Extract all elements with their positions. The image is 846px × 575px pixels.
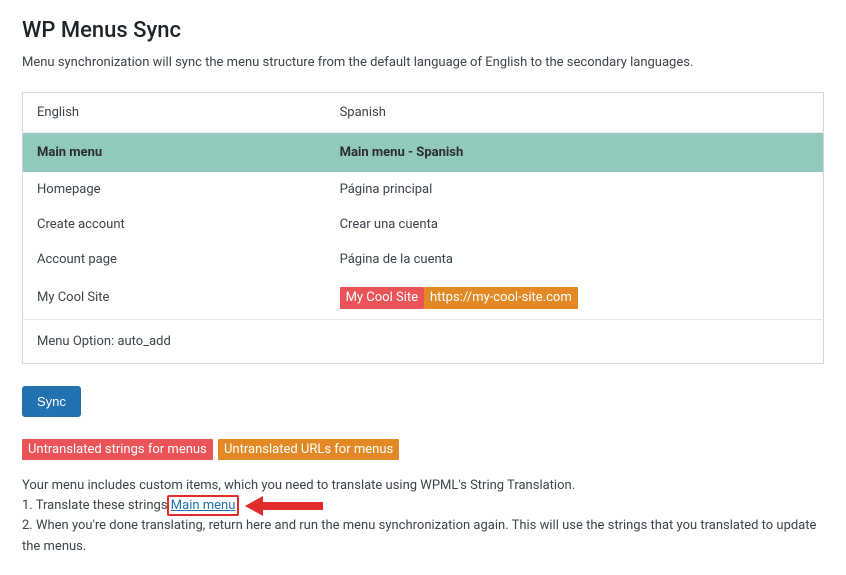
- menu-name-source: Main menu: [23, 133, 326, 173]
- page-title: WP Menus Sync: [22, 18, 824, 43]
- menu-sync-table: English Spanish Main menu Main menu - Sp…: [22, 92, 824, 364]
- menu-name-row: Main menu Main menu - Spanish: [23, 133, 824, 173]
- col-header-target: Spanish: [326, 93, 824, 133]
- table-row: Homepage Página principal: [23, 172, 824, 207]
- table-row: Account page Página de la cuenta: [23, 242, 824, 277]
- item-source: Homepage: [23, 172, 326, 207]
- instructions-step2: 2. When you're done translating, return …: [22, 516, 824, 556]
- item-target: Página principal: [326, 172, 824, 207]
- menu-option-row: Menu Option: auto_add: [23, 319, 824, 363]
- item-target: Página de la cuenta: [326, 242, 824, 277]
- instructions: Your menu includes custom items, which y…: [22, 476, 824, 557]
- item-source: My Cool Site: [23, 277, 326, 319]
- instructions-step1-prefix: 1. Translate these strings: [22, 498, 171, 513]
- item-target: My Cool Sitehttps://my-cool-site.com: [326, 277, 824, 319]
- menu-option-text: Menu Option: auto_add: [23, 319, 326, 363]
- col-header-source: English: [23, 93, 326, 133]
- table-row: Create account Crear una cuenta: [23, 207, 824, 242]
- legend-untranslated-urls: Untranslated URLs for menus: [218, 439, 399, 461]
- item-target: Crear una cuenta: [326, 207, 824, 242]
- legend-untranslated-strings: Untranslated strings for menus: [22, 439, 213, 461]
- item-source: Account page: [23, 242, 326, 277]
- pill-untranslated-url: https://my-cool-site.com: [424, 287, 578, 309]
- sync-button[interactable]: Sync: [22, 386, 81, 417]
- table-row: My Cool Site My Cool Sitehttps://my-cool…: [23, 277, 824, 319]
- pill-untranslated-string: My Cool Site: [340, 287, 424, 309]
- legend: Untranslated strings for menus Untransla…: [22, 439, 824, 461]
- item-source: Create account: [23, 207, 326, 242]
- menu-name-target: Main menu - Spanish: [326, 133, 824, 173]
- translate-strings-link[interactable]: Main menu: [171, 498, 236, 513]
- intro-text: Menu synchronization will sync the menu …: [22, 55, 824, 70]
- instructions-intro: Your menu includes custom items, which y…: [22, 476, 824, 496]
